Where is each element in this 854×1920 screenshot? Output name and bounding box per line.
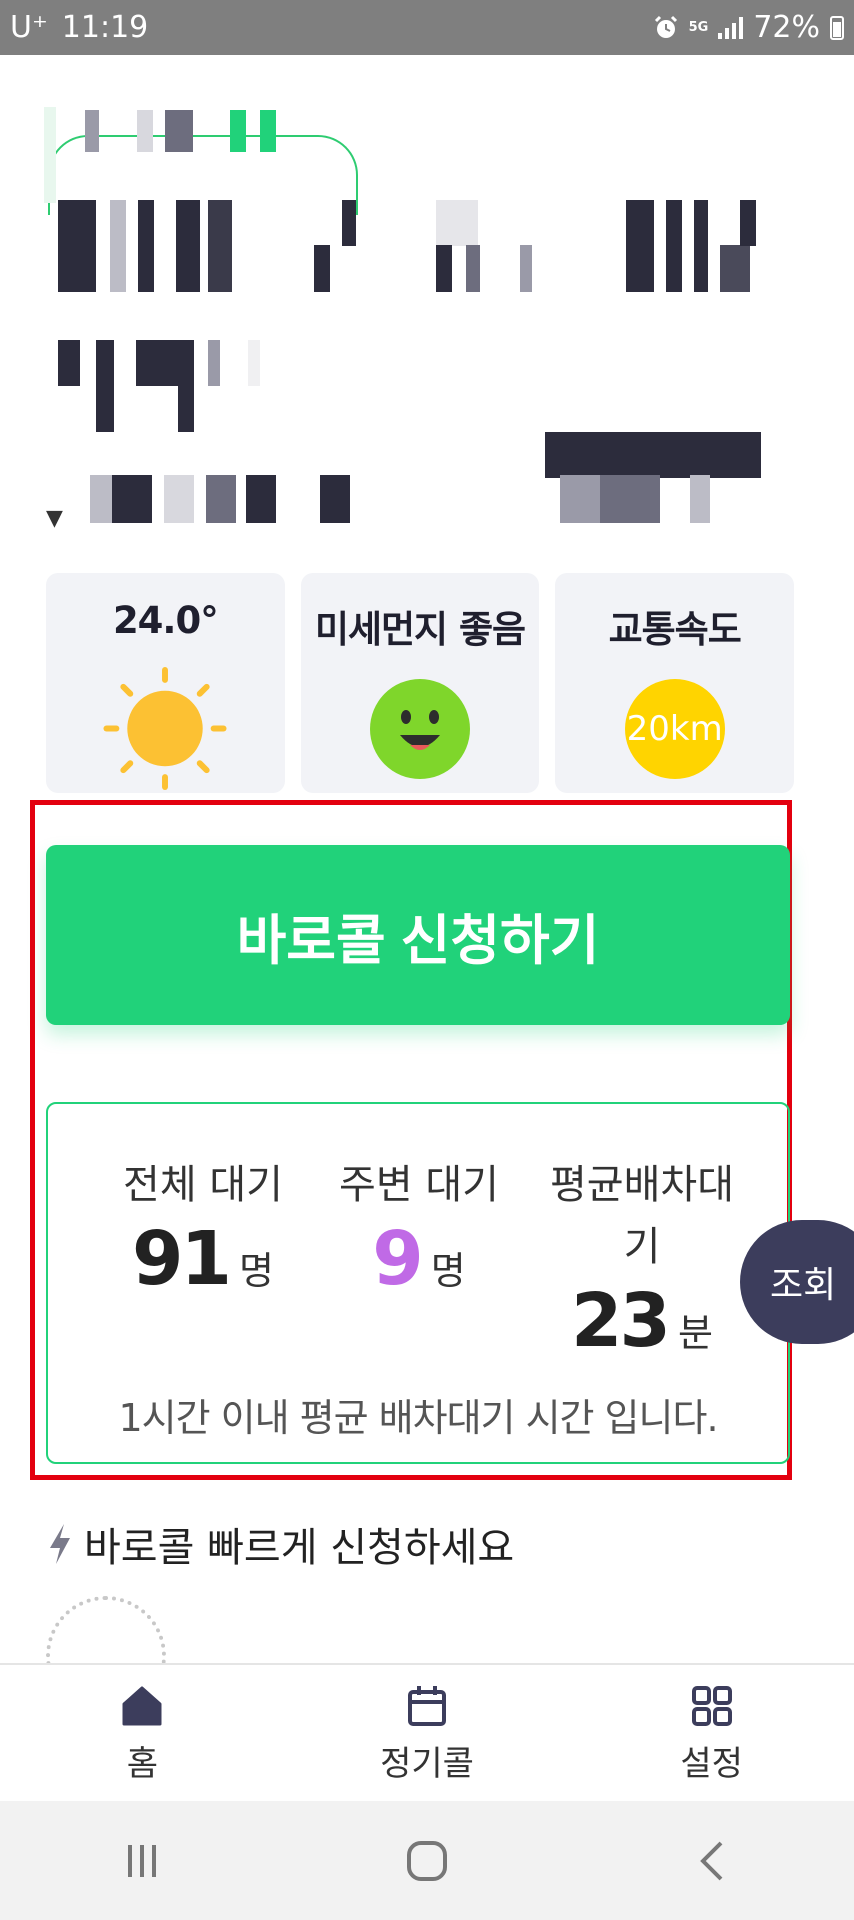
redacted-block	[230, 110, 246, 152]
carrier-label: U⁺	[10, 10, 48, 45]
weather-card: 24.0°	[46, 573, 285, 793]
total-wait-label: 전체 대기	[123, 1162, 283, 1208]
calendar-icon	[408, 1685, 446, 1726]
nearby-wait-count: 9	[372, 1216, 423, 1302]
call-request-button[interactable]: 바로콜 신청하기	[46, 845, 790, 1025]
redacted-block	[520, 245, 532, 292]
traffic-card: 교통속도 20km	[555, 573, 795, 793]
recent-apps-icon	[128, 1844, 157, 1877]
back-button[interactable]	[682, 1831, 742, 1891]
redacted-block	[436, 200, 478, 246]
redacted-block	[58, 200, 96, 292]
battery-percent: 72%	[753, 10, 820, 45]
redacted-block	[176, 200, 200, 292]
redacted-block	[314, 245, 330, 292]
redacted-block	[138, 200, 154, 292]
quick-section-title: 바로콜 빠르게 신청하세요	[46, 1515, 514, 1573]
redacted-block	[96, 340, 114, 432]
redacted-block	[44, 107, 56, 203]
total-wait-count: 91	[132, 1216, 232, 1302]
recent-apps-button[interactable]	[112, 1831, 172, 1891]
home-square-icon	[406, 1840, 447, 1881]
redacted-block	[466, 245, 480, 292]
redacted-block	[208, 200, 232, 292]
battery-icon	[830, 15, 844, 40]
redacted-block	[165, 110, 193, 152]
signal-icon	[718, 16, 744, 39]
smile-face-icon	[370, 679, 470, 779]
redacted-block	[626, 200, 654, 292]
redacted-block	[248, 340, 260, 386]
nav-regular-call[interactable]: 정기콜	[285, 1665, 570, 1801]
redacted-block	[740, 200, 756, 246]
redacted-block	[137, 110, 153, 152]
wait-note: 1시간 이내 평균 배차대기 시간 입니다.	[118, 1396, 718, 1440]
redacted-block	[436, 245, 452, 292]
grid-icon	[691, 1685, 732, 1726]
traffic-label: 교통속도	[608, 608, 742, 651]
temperature-label: 24.0°	[112, 599, 219, 642]
nav-home[interactable]: 홈	[0, 1665, 285, 1801]
bottom-nav: 홈 정기콜 설정	[0, 1663, 854, 1801]
redacted-block	[545, 432, 761, 478]
alarm-icon	[654, 15, 677, 38]
nav-regular-call-label: 정기콜	[380, 1743, 474, 1784]
redacted-block	[694, 200, 708, 292]
redacted-block	[110, 200, 126, 292]
inquiry-button[interactable]: 조회	[740, 1220, 854, 1344]
wait-stats-panel: 전체 대기 91 명 주변 대기 9 명 평균배차대 기 23 분 1시간 이내…	[46, 1102, 790, 1464]
redacted-block	[85, 110, 99, 152]
average-wait-label-2: 기	[623, 1224, 661, 1270]
redacted-block	[666, 200, 682, 292]
home-icon	[122, 1686, 162, 1725]
traffic-speed-badge: 20km	[624, 679, 725, 779]
total-wait-unit: 명	[239, 1249, 274, 1293]
redacted-block	[720, 245, 750, 292]
nav-settings-label: 설정	[680, 1743, 743, 1784]
home-system-button[interactable]	[397, 1831, 457, 1891]
average-wait: 평균배차대 기 23 분	[532, 1154, 752, 1364]
redacted-block	[342, 200, 356, 246]
redacted-block	[260, 110, 276, 152]
average-wait-unit: 분	[678, 1311, 713, 1355]
system-nav-bar	[0, 1801, 854, 1920]
nearby-wait: 주변 대기 9 명	[304, 1154, 534, 1302]
redacted-header	[0, 55, 854, 555]
nav-settings[interactable]: 설정	[569, 1665, 854, 1801]
nav-home-label: 홈	[126, 1743, 158, 1784]
redacted-block	[208, 340, 220, 386]
back-chevron-icon	[699, 1841, 723, 1880]
status-bar: U⁺ 11:19 5G 72%	[0, 0, 854, 55]
average-wait-minutes: 23	[571, 1278, 671, 1364]
lightning-icon	[50, 1524, 70, 1564]
sun-icon	[103, 666, 227, 791]
redacted-block	[178, 340, 194, 432]
nearby-wait-unit: 명	[430, 1249, 466, 1293]
dust-card: 미세먼지 좋음	[300, 573, 540, 793]
quick-section-label: 바로콜 빠르게 신청하세요	[84, 1525, 515, 1571]
redacted-block	[58, 340, 80, 386]
clock: 11:19	[61, 10, 149, 45]
dust-label: 미세먼지 좋음	[314, 608, 526, 651]
caret-down-icon: ▼	[46, 508, 63, 531]
info-cards: 24.0° 미세먼지 좋음 교통속도 20km	[46, 573, 795, 793]
network-type: 5G	[688, 19, 709, 35]
nearby-wait-label: 주변 대기	[339, 1162, 499, 1208]
total-wait: 전체 대기 91 명	[88, 1154, 318, 1302]
average-wait-label-1: 평균배차대	[550, 1162, 734, 1208]
route-selector-row[interactable]: ▼	[46, 508, 806, 542]
